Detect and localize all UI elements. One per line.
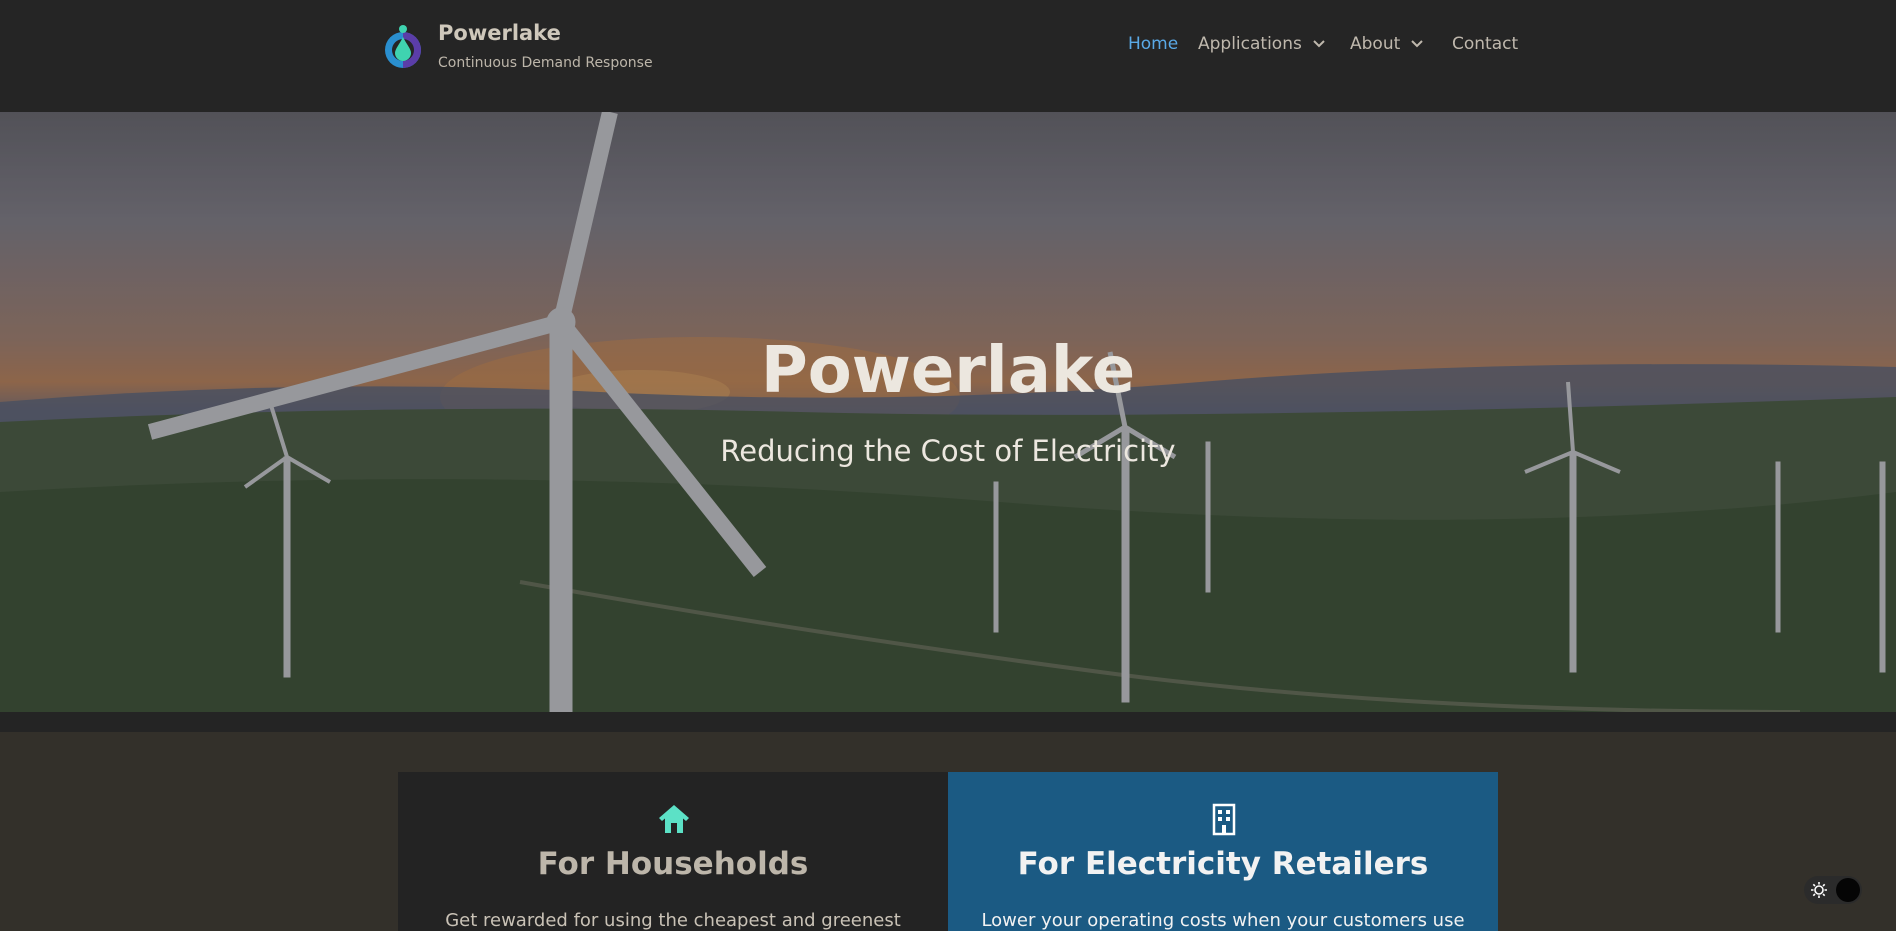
hero-title: Powerlake: [760, 334, 1136, 408]
households-title: For Households: [537, 846, 809, 882]
chevron-down-icon: [1411, 40, 1423, 48]
toggle-knob: [1836, 878, 1860, 902]
site-header: Powerlake Continuous Demand Response Hom…: [0, 0, 1896, 112]
sun-icon: [1811, 882, 1827, 898]
retailers-title: For Electricity Retailers: [1017, 846, 1429, 882]
brand-name[interactable]: Powerlake: [438, 21, 561, 45]
nav-applications-menu[interactable]: Applications: [1198, 34, 1328, 54]
nav-contact-link[interactable]: Contact: [1452, 34, 1518, 54]
households-card[interactable]: For Households Get rewarded for using th…: [398, 772, 948, 931]
nav-home-link[interactable]: Home: [1128, 34, 1178, 54]
brand-tagline: Continuous Demand Response: [438, 55, 653, 71]
hero-overlay: [0, 112, 1896, 712]
house-icon: [659, 805, 689, 833]
hero-subtitle: Reducing the Cost of Electricity: [720, 434, 1176, 468]
theme-toggle[interactable]: [1804, 876, 1862, 904]
retailers-card[interactable]: For Electricity Retailers Lower your ope…: [948, 772, 1498, 931]
households-text: Get rewarded for using the cheapest and …: [445, 910, 901, 931]
nav-about-menu[interactable]: About: [1350, 34, 1426, 54]
chevron-down-icon: [1313, 40, 1325, 48]
nav-home-label: Home: [1128, 34, 1179, 54]
retailers-text: Lower your operating costs when your cus…: [981, 910, 1465, 931]
nav-about-label: About: [1350, 34, 1401, 54]
hero-section: Powerlake Reducing the Cost of Electrici…: [0, 112, 1896, 712]
building-icon: [1212, 803, 1236, 836]
nav-contact-label: Contact: [1452, 34, 1519, 54]
section-divider: [0, 712, 1896, 732]
brand-logo-icon[interactable]: [381, 23, 425, 69]
nav-applications-label: Applications: [1198, 34, 1302, 54]
